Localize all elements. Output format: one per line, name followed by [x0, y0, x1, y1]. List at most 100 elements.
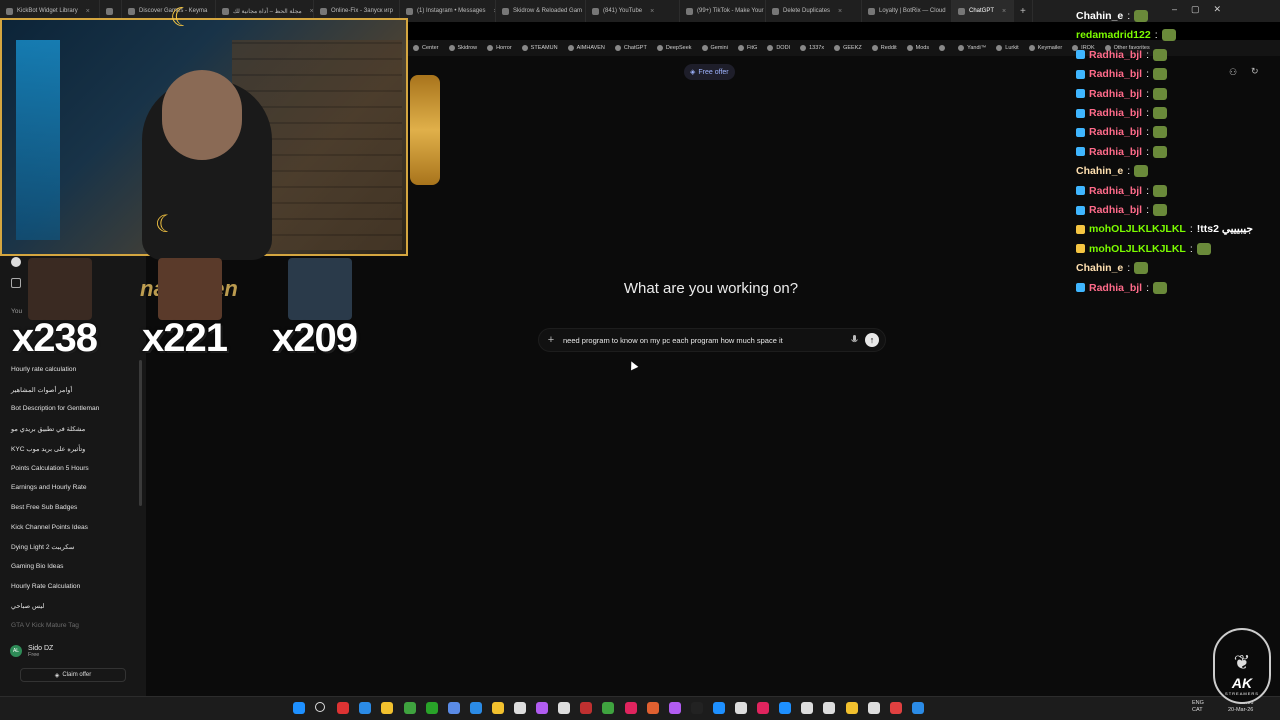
discord-icon[interactable] [447, 702, 460, 714]
bookmark-item[interactable]: AIMHAVEN [567, 45, 605, 51]
chat-emote-icon [1134, 10, 1149, 22]
bookmark-item[interactable]: Lurkit [996, 45, 1019, 51]
chat-history-item[interactable]: أوامر أصوات المشاهير [11, 386, 72, 394]
chat-text: !tts2 جيبيييي [1196, 223, 1253, 236]
windows-start-icon[interactable] [293, 702, 305, 714]
app-icon[interactable] [911, 702, 924, 714]
app-icon[interactable] [580, 702, 593, 714]
user-profile[interactable]: AL Sido DZ Free [10, 640, 136, 662]
browser-tab[interactable]: Skidrow & Reloaded Gam× [496, 0, 586, 22]
chat-history-item[interactable]: Hourly rate calculation [11, 366, 76, 373]
app-icon[interactable] [889, 702, 902, 714]
chat-history-item[interactable]: Points Calculation 5 Hours [11, 465, 89, 472]
chat-username: Radhia_bjl [1089, 145, 1143, 158]
bookmark-favicon-icon [906, 45, 913, 51]
chat-history-item[interactable]: KYC وتأثيره على بريد موب [11, 445, 85, 453]
bookmark-item[interactable]: Horror [487, 45, 512, 51]
app-icon[interactable] [690, 702, 703, 714]
folder-icon[interactable] [491, 702, 504, 714]
close-tab-icon[interactable]: × [86, 8, 90, 15]
chat-emote-icon [1153, 48, 1168, 61]
close-icon[interactable]: ✕ [1214, 4, 1222, 15]
chat-history-item[interactable]: GTA V Kick Mature Tag [11, 622, 79, 629]
browser-tab[interactable]: (1) Instagram • Messages× [400, 0, 496, 22]
language-code: ENG [1192, 700, 1204, 706]
app-icon[interactable] [779, 702, 792, 714]
bookmark-favicon-icon [1028, 45, 1035, 51]
bookmark-item[interactable]: DeepSeek [656, 45, 692, 51]
bookmark-item[interactable]: ChatGPT [614, 45, 647, 51]
bookmark-item[interactable]: Keymailer [1028, 45, 1062, 51]
chat-username: Radhia_bjl [1089, 281, 1143, 294]
browser-tab[interactable]: Loyalty | BotRix — Cloud× [862, 0, 952, 22]
browser-tab[interactable]: Delete Duplicates × [766, 0, 862, 22]
settings-icon[interactable] [558, 702, 571, 714]
tab-favicon-icon [106, 7, 113, 15]
claim-offer-button[interactable]: ◈ Claim offer [20, 668, 126, 682]
app-icon[interactable] [602, 702, 615, 714]
new-tab-button[interactable]: + [1014, 0, 1033, 22]
chat-history-item[interactable]: Kick Channel Points Ideas [11, 524, 88, 531]
prompt-input[interactable] [563, 335, 843, 345]
app-icon[interactable] [845, 702, 858, 714]
app-icon[interactable] [867, 702, 880, 714]
lantern-decoration [410, 75, 440, 185]
chat-separator: : [1146, 126, 1150, 139]
browser-tab[interactable]: ChatGPT × [952, 0, 1014, 22]
app-icon[interactable] [823, 702, 836, 714]
obs-icon[interactable] [668, 702, 681, 714]
app-icon[interactable] [536, 702, 549, 714]
xbox-icon[interactable] [403, 702, 416, 714]
chat-history-item[interactable]: مشكلة في تطبيق بريدي مو [11, 425, 85, 433]
chat-history-item[interactable]: Dying Light 2 سكريبت [11, 543, 74, 551]
chat-username: Radhia_bjl [1089, 48, 1143, 61]
app-icon[interactable] [712, 702, 725, 714]
minimize-icon[interactable]: – [1172, 4, 1177, 15]
sidebar-scrollbar[interactable] [139, 360, 142, 506]
chrome-icon[interactable] [514, 702, 526, 714]
bookmark-item[interactable]: 1337x [800, 45, 824, 51]
edge-icon[interactable] [359, 702, 372, 714]
browser-tab[interactable]: (841) YouTube × [586, 0, 680, 22]
bookmark-item[interactable]: Yandi™ [958, 45, 986, 51]
app-icon[interactable] [735, 702, 747, 714]
bookmark-item[interactable]: STEAMUN [521, 45, 558, 51]
app-icon[interactable] [757, 702, 770, 714]
chat-history-item[interactable]: Hourly Rate Calculation [11, 583, 80, 590]
chat-history-item[interactable]: Best Free Sub Badges [11, 504, 77, 511]
app-icon[interactable] [646, 702, 659, 714]
bookmark-item[interactable]: Mods [906, 45, 929, 51]
brave-icon[interactable] [337, 702, 350, 714]
chat-history-item[interactable]: Bot Description for Gentleman [11, 405, 99, 412]
plus-icon[interactable]: + [545, 334, 557, 346]
close-tab-icon[interactable]: × [650, 8, 654, 15]
tiktok-icon[interactable] [624, 702, 637, 714]
chat-history-item[interactable]: Gaming Bio Ideas [11, 563, 63, 570]
microphone-icon[interactable] [849, 334, 859, 346]
chat-history-item[interactable]: ليس صباحي [11, 602, 44, 610]
maximize-icon[interactable]: ▢ [1191, 4, 1200, 15]
close-tab-icon[interactable]: × [838, 8, 842, 15]
chat-history-item[interactable]: Earnings and Hourly Rate [11, 484, 87, 491]
bookmark-item[interactable]: Reddit [871, 45, 897, 51]
bookmark-item[interactable]: FitG [737, 45, 757, 51]
browser-tab[interactable]: (99+) TikTok - Make Your× [680, 0, 766, 22]
bookmark-item[interactable]: Gemini [701, 45, 728, 51]
xbox-app-icon[interactable] [425, 702, 438, 714]
close-tab-icon[interactable]: × [1002, 8, 1006, 15]
file-explorer-icon[interactable] [381, 702, 394, 714]
bookmark-favicon-icon [567, 45, 574, 51]
free-offer-button[interactable]: ◈ Free offer [684, 64, 735, 80]
send-button[interactable]: ↑ [865, 333, 879, 347]
bookmark-item[interactable]: Skidrow [448, 45, 478, 51]
app-icon[interactable] [801, 702, 814, 714]
chat-badge-icon [1076, 224, 1085, 234]
bookmark-item[interactable]: DODI [767, 45, 790, 51]
language-indicator[interactable]: ENG CAT [1192, 700, 1204, 714]
steam-icon[interactable] [469, 702, 482, 714]
bookmark-item[interactable] [939, 45, 948, 51]
bookmark-label: Skidrow [457, 45, 478, 51]
ak-streamers-logo: ❦ AK STREAMERS [1213, 628, 1271, 704]
bookmark-item[interactable]: Center [413, 45, 439, 51]
bookmark-item[interactable]: GEEKZ [834, 45, 862, 51]
